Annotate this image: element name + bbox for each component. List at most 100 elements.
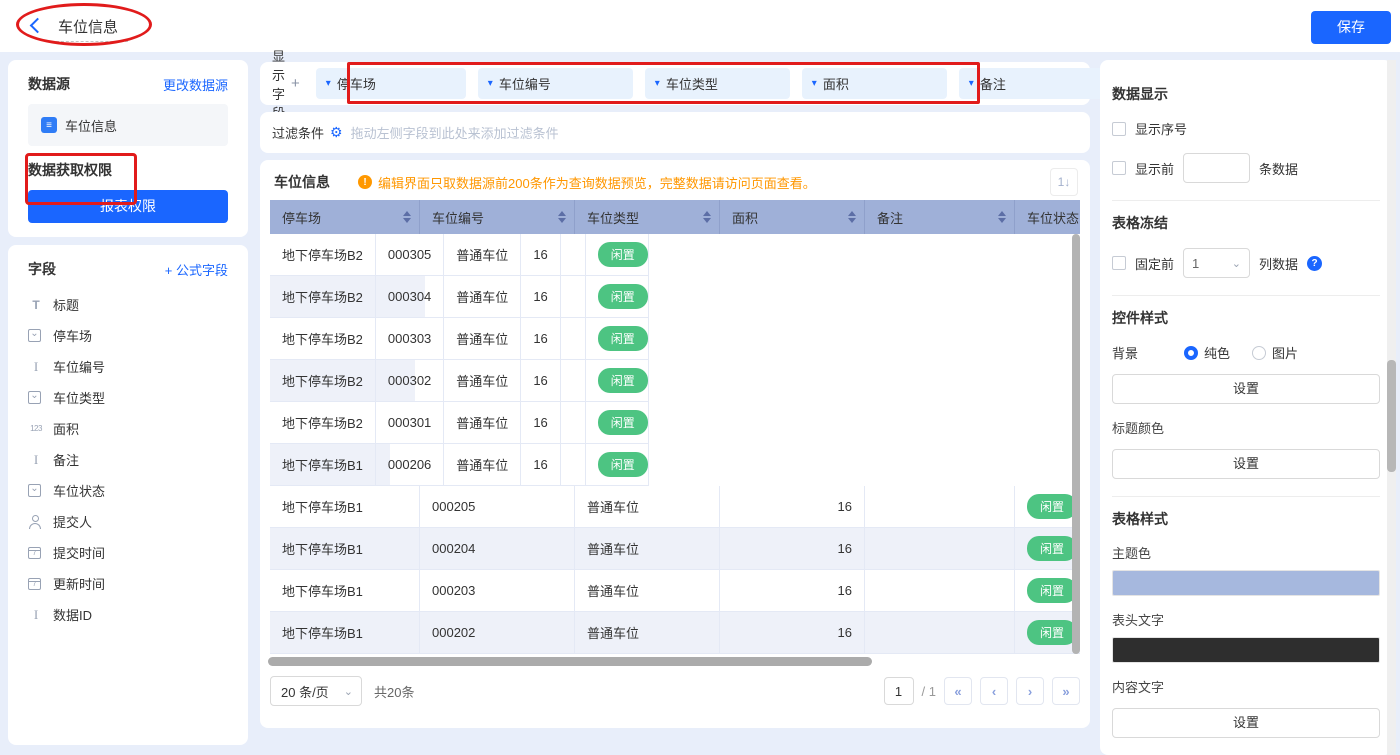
person-icon bbox=[28, 514, 44, 529]
cell-parking-lot: 地下停车场B2 bbox=[270, 234, 376, 276]
freeze-checkbox[interactable] bbox=[1112, 256, 1126, 270]
field-item[interactable]: 车位编号 bbox=[28, 351, 173, 382]
header-text-swatch[interactable] bbox=[1112, 637, 1380, 663]
background-set-button[interactable]: 设置 bbox=[1112, 374, 1380, 404]
column-label: 备注 bbox=[877, 210, 904, 226]
table-header-cell[interactable]: 备注 bbox=[865, 200, 1015, 234]
cell-remark bbox=[865, 528, 1015, 570]
display-field-chip[interactable]: ▾ 车位编号 bbox=[477, 68, 633, 99]
field-item[interactable]: 面积 bbox=[28, 413, 178, 444]
cell-space-type: 普通车位 bbox=[575, 528, 720, 570]
table-row[interactable]: 地下停车场B2 000305 普通车位 16 闲置 bbox=[270, 234, 649, 276]
display-field-chip[interactable]: ▾ 停车场 bbox=[315, 68, 466, 99]
page-size-select[interactable]: 20 条/页 ⌄ bbox=[270, 676, 362, 706]
data-display-title: 数据显示 bbox=[1112, 86, 1168, 102]
table-row[interactable]: 地下停车场B1 000206 普通车位 16 闲置 bbox=[270, 444, 649, 486]
radio-selected-icon[interactable] bbox=[1184, 345, 1198, 360]
fields-title: 字段 bbox=[28, 261, 56, 277]
table-row[interactable]: 地下停车场B1 000203 普通车位 16 闲置 bbox=[270, 570, 1080, 612]
table-row[interactable]: 地下停车场B2 000302 普通车位 16 闲置 bbox=[270, 360, 649, 402]
field-item[interactable]: 数据ID bbox=[28, 599, 248, 630]
permission-title: 数据获取权限 bbox=[28, 162, 112, 178]
cell-space-number: 000203 bbox=[420, 570, 575, 612]
cell-space-type: 普通车位 bbox=[575, 570, 720, 612]
sort-arrows-icon[interactable] bbox=[848, 211, 856, 223]
image-option[interactable]: 图片 bbox=[1252, 343, 1298, 362]
horizontal-scrollbar[interactable] bbox=[268, 657, 872, 666]
sort-arrows-icon[interactable] bbox=[403, 211, 411, 223]
field-item[interactable]: 停车场 bbox=[28, 320, 183, 351]
field-item[interactable]: 车位类型 bbox=[28, 382, 173, 413]
table-row[interactable]: 地下停车场B2 000303 普通车位 16 闲置 bbox=[270, 318, 649, 360]
report-permission-button[interactable]: 报表权限 bbox=[28, 190, 228, 223]
show-index-checkbox[interactable] bbox=[1112, 121, 1126, 136]
cell-space-number: 000301 bbox=[375, 402, 445, 444]
next-page-button[interactable]: › bbox=[1016, 677, 1044, 705]
vertical-scrollbar[interactable] bbox=[1072, 234, 1080, 654]
text-icon bbox=[28, 453, 44, 467]
prev-page-button[interactable]: ‹ bbox=[980, 677, 1008, 705]
sort-arrows-icon[interactable] bbox=[703, 211, 711, 223]
cell-parking-lot: 地下停车场B1 bbox=[270, 528, 420, 570]
sort-arrows-icon[interactable] bbox=[998, 211, 1006, 223]
table-header-cell[interactable]: 车位状态 bbox=[1015, 200, 1080, 234]
cell-status: 闲置 bbox=[585, 402, 649, 444]
cell-remark bbox=[560, 276, 586, 318]
solid-color-option[interactable]: 纯色 bbox=[1184, 343, 1230, 362]
table-header-cell[interactable]: 面积 bbox=[720, 200, 865, 234]
row-limit-input[interactable] bbox=[1183, 153, 1251, 183]
display-field-chip[interactable]: ▾ 面积 bbox=[801, 68, 947, 99]
field-item[interactable]: 提交人 bbox=[28, 506, 248, 537]
back-icon[interactable] bbox=[29, 17, 46, 34]
display-field-chip[interactable]: ▾ 车位类型 bbox=[644, 68, 790, 99]
widget-style-title: 控件样式 bbox=[1112, 310, 1168, 326]
field-label: 更新时间 bbox=[53, 577, 106, 592]
cell-space-number: 000305 bbox=[375, 234, 445, 276]
field-label: 面积 bbox=[53, 422, 80, 437]
gear-icon[interactable]: ⚙ bbox=[330, 124, 343, 141]
last-page-button[interactable]: » bbox=[1052, 677, 1080, 705]
table-row[interactable]: 地下停车场B1 000204 普通车位 16 闲置 bbox=[270, 528, 1080, 570]
cell-status: 闲置 bbox=[1015, 612, 1080, 654]
formula-field-link[interactable]: + 公式字段 bbox=[165, 260, 228, 279]
field-item[interactable]: 提交时间 bbox=[28, 537, 248, 568]
change-datasource-link[interactable]: 更改数据源 bbox=[163, 75, 228, 94]
cell-space-type: 普通车位 bbox=[444, 234, 522, 276]
add-display-field-button[interactable]: + bbox=[291, 75, 300, 92]
show-first-checkbox[interactable] bbox=[1112, 161, 1126, 175]
radio-unselected-icon[interactable] bbox=[1252, 345, 1267, 360]
sort-order-icon[interactable]: 1↓ bbox=[1050, 168, 1078, 196]
table-row[interactable]: 地下停车场B2 000304 普通车位 16 闲置 bbox=[270, 276, 649, 318]
table-header-cell[interactable]: 车位编号 bbox=[420, 200, 575, 234]
table-row[interactable]: 地下停车场B2 000301 普通车位 16 闲置 bbox=[270, 402, 649, 444]
settings-panel: 数据显示 显示序号 显示前 条数据 表格冻结 固定前 1 ⌄ 列数据 ? 控件样… bbox=[1100, 60, 1392, 755]
table-header-cell[interactable]: 车位类型 bbox=[575, 200, 720, 234]
field-item[interactable]: 备注 bbox=[28, 444, 148, 475]
field-item[interactable]: 更新时间 bbox=[28, 568, 248, 599]
table-viewport: 停车场 车位编号 车位类型 面积 备注 车位状态 地下停车场B2 000305 … bbox=[270, 200, 1080, 654]
table-row[interactable]: 地下停车场B1 000205 普通车位 16 闲置 bbox=[270, 486, 1080, 528]
title-color-set-button[interactable]: 设置 bbox=[1112, 449, 1380, 479]
page-number-input[interactable] bbox=[883, 677, 914, 705]
image-label: 图片 bbox=[1272, 346, 1299, 361]
help-icon[interactable]: ? bbox=[1307, 255, 1323, 271]
freeze-count-select[interactable]: 1 ⌄ bbox=[1183, 248, 1251, 278]
sort-arrows-icon[interactable] bbox=[558, 211, 566, 223]
cell-remark bbox=[560, 234, 586, 276]
cell-status: 闲置 bbox=[585, 318, 649, 360]
table-row[interactable]: 地下停车场B1 000202 普通车位 16 闲置 bbox=[270, 612, 1080, 654]
content-text-set-button[interactable]: 设置 bbox=[1112, 708, 1380, 738]
table-header-cell[interactable]: 停车场 bbox=[270, 200, 420, 234]
field-label: 提交人 bbox=[53, 515, 93, 530]
fields-panel: 字段 + 公式字段 标题 停车场 车位编号 车位类型 bbox=[8, 245, 248, 745]
cell-area: 16 bbox=[521, 318, 561, 360]
first-page-button[interactable]: « bbox=[944, 677, 972, 705]
theme-color-swatch[interactable] bbox=[1112, 570, 1380, 596]
field-item[interactable]: 标题 bbox=[28, 289, 178, 320]
save-button[interactable]: 保存 bbox=[1311, 11, 1391, 44]
display-field-chip[interactable]: ▾ 备注 bbox=[958, 68, 1109, 99]
field-item[interactable]: 车位状态 bbox=[28, 475, 248, 506]
window-scrollbar-thumb[interactable] bbox=[1387, 360, 1396, 472]
datasource-item[interactable]: ≡ 车位信息 bbox=[28, 104, 228, 146]
field-list: 标题 停车场 车位编号 车位类型 面积 bbox=[8, 279, 248, 630]
